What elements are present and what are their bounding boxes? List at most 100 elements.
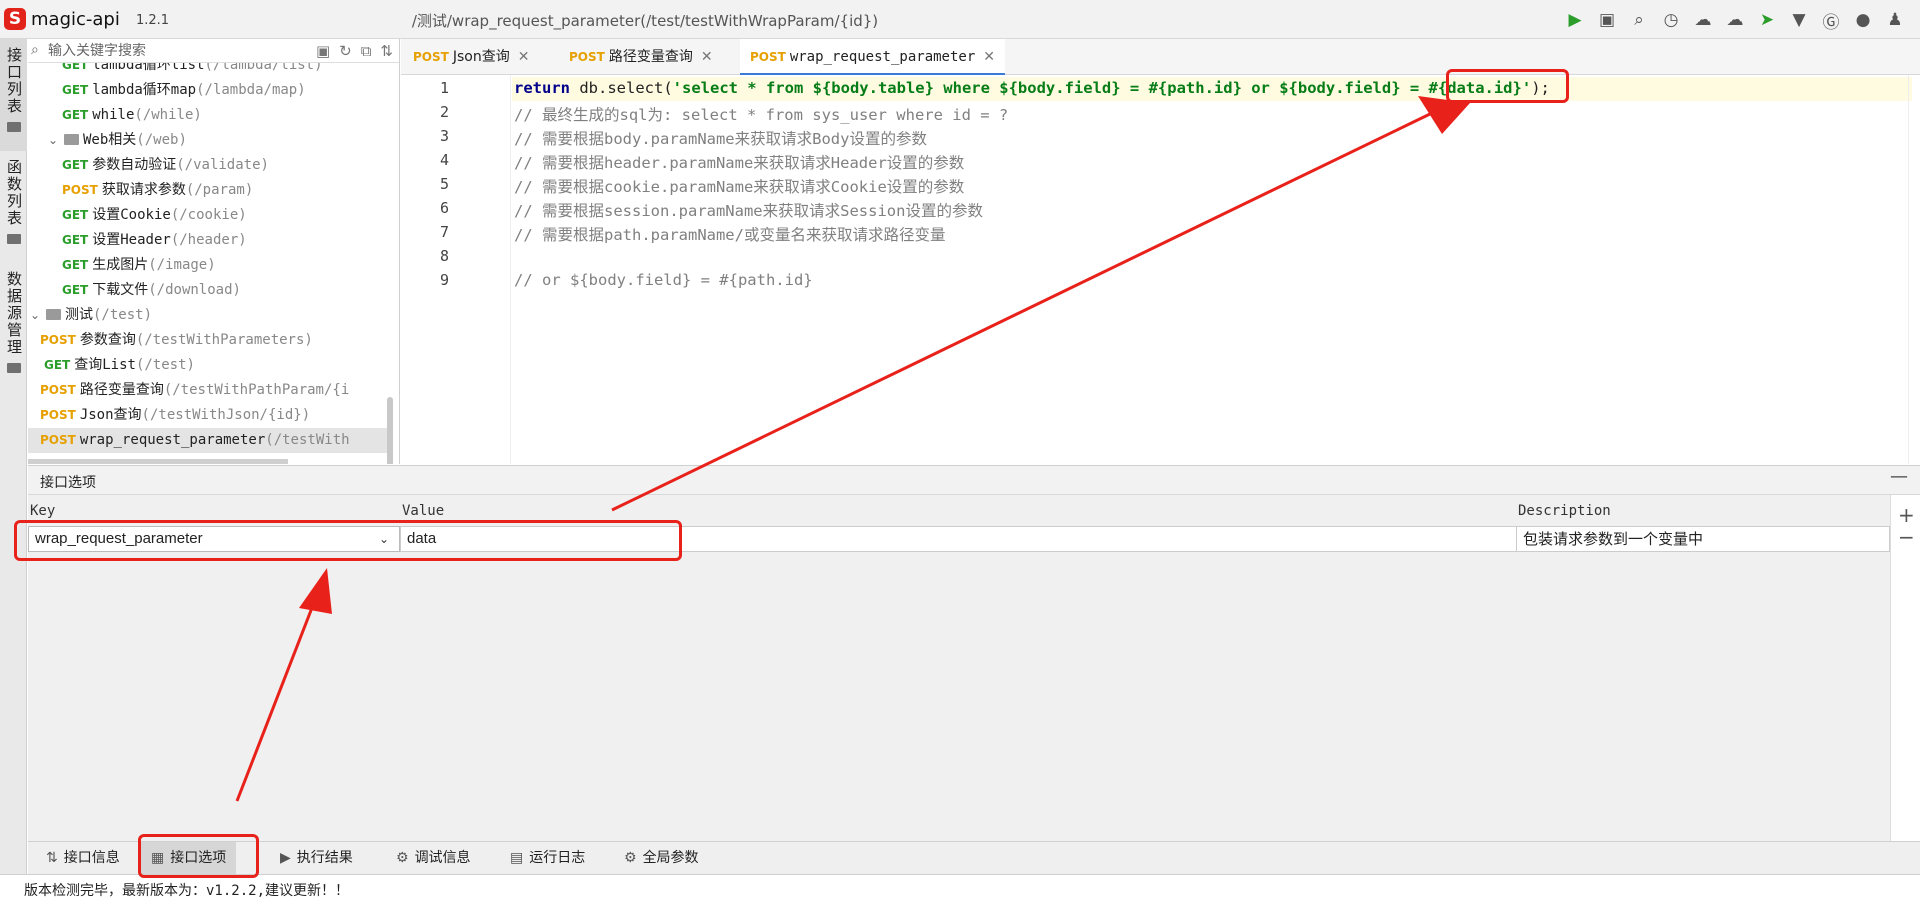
tree-scrollbar[interactable] [387,397,393,464]
tree-item[interactable]: GET 设置Header(/header) [28,228,393,253]
tab-function-list-label: 函数列表 [5,159,23,227]
item-path: (/testWithParameters) [135,332,313,348]
remove-row-icon[interactable]: − [1898,525,1915,549]
play-icon: ▶ [280,850,291,866]
method-badge: POST [750,50,786,64]
tree-item[interactable]: POST 参数查询(/testWithParameters) [28,328,393,353]
tree-item[interactable]: GET 下载文件(/download) [28,278,393,303]
tree-item[interactable]: GET 生成图片(/image) [28,253,393,278]
column-header-value: Value [402,503,445,519]
tree-item[interactable]: GET lambda循环list(/lambda/list) [28,63,393,78]
gitee-icon[interactable]: Ⓖ [1820,9,1842,33]
line-number: 7 [439,223,449,241]
tab-function-list[interactable]: 函数列表 [0,151,27,263]
search-input[interactable] [48,41,318,61]
github-icon[interactable]: ● [1852,9,1874,31]
search-bar: ⌕ ▣ ↻ ⧉ ⇅ [28,39,399,63]
item-path: (/param) [185,182,254,198]
tab-label: 运行日志 [529,850,586,866]
tree-horizontal-scrollbar[interactable] [28,459,288,464]
item-path: (/test) [135,357,195,373]
run-icon[interactable]: ▶ [1564,9,1586,31]
folder-name: Web相关 [83,132,137,148]
collapse-icon[interactable]: ⧉ [361,42,372,60]
item-name: Json查询 [79,407,142,423]
code-line-3: // 需要根据body.paramName来获取请求Body设置的参数 [514,130,927,148]
tree-item[interactable]: GET 设置Cookie(/cookie) [28,203,393,228]
tree-item[interactable]: GET 参数自动验证(/validate) [28,153,393,178]
info-icon: ⇅ [46,850,58,866]
download-icon[interactable]: ☁ [1724,9,1746,31]
current-path: /测试/wrap_request_parameter(/test/testWit… [411,12,879,30]
editor-tabs: POST Json查询 ✕ POST 路径变量查询 ✕ POST wrap_request… [401,39,1920,75]
tree-item[interactable]: GET 查询List(/test) [28,353,393,378]
close-icon[interactable]: ✕ [701,49,713,65]
code-line-1: return db.select('select * from ${body.t… [514,79,1550,97]
tab-debug-info[interactable]: ⚙ 调试信息 [390,842,477,874]
code-area[interactable]: return db.select('select * from ${body.t… [512,75,1920,464]
tree-item[interactable]: GET while(/while) [28,103,393,128]
tab-datasource-label: 数据源管理 [5,271,23,356]
upload-icon[interactable]: ☁ [1692,9,1714,31]
folder-icon [6,234,21,244]
tab-run-result[interactable]: ▶ 执行结果 [274,842,359,874]
item-path: (/lambda/list) [204,63,323,73]
tab-datasource[interactable]: 数据源管理 [0,263,27,393]
item-name: 设置Header [92,232,171,248]
tab-api-info[interactable]: ⇅ 接口信息 [40,842,126,874]
item-path: (/lambda/map) [196,82,306,98]
item-name: lambda循环list [92,63,205,73]
tab-path-query[interactable]: POST 路径变量查询 ✕ [569,39,713,75]
item-path: (/testWithPathParam/{i [163,382,350,398]
qq-icon[interactable]: ♟ [1884,9,1906,31]
keyword: return [514,79,570,97]
line-number: 1 [439,79,449,97]
tree-item[interactable]: POST 获取请求参数(/param) [28,178,393,203]
add-row-icon[interactable]: + [1898,503,1915,527]
code-line-5: // 需要根据cookie.paramName来获取请求Cookie设置的参数 [514,178,965,196]
close-icon[interactable]: ✕ [518,49,530,65]
tab-json-query[interactable]: POST Json查询 ✕ [413,39,529,75]
code-line-7: // 需要根据path.paramName/或变量名来获取请求路径变量 [514,226,946,244]
status-text: 版本检测完毕，最新版本为：v1.2.2,建议更新！！ [24,883,349,899]
save-icon[interactable]: ▣ [1596,9,1618,31]
item-name: wrap_request_parameter [79,432,266,448]
sort-icon[interactable]: ⇅ [380,42,393,60]
tab-api-list-label: 接口列表 [5,47,23,115]
method-badge: POST [40,383,76,397]
push-icon[interactable]: ➤ [1756,9,1778,31]
chevron-down-icon: ⌄ [30,308,41,322]
close-icon[interactable]: ✕ [983,49,995,65]
skin-icon[interactable]: ▼ [1788,9,1810,31]
tab-run-log[interactable]: ▤ 运行日志 [504,842,591,874]
tree-item[interactable]: GET lambda循环map(/lambda/map) [28,78,393,103]
code-line-9: // or ${body.field} = #{path.id} [514,271,813,289]
refresh-icon[interactable]: ↻ [339,42,352,60]
tree-item[interactable]: POST 路径变量查询(/testWithPathParam/{i [28,378,393,403]
tree-item-selected[interactable]: POST wrap_request_parameter(/testWith [28,428,393,453]
editor-scrollbar[interactable] [1908,75,1920,464]
tab-api-list[interactable]: 接口列表 [0,39,27,151]
folder-icon [6,363,21,373]
tab-wrap-request-parameter[interactable]: POST wrap_request_parameter ✕ [740,39,1005,75]
code-editor[interactable]: 1 2 3 4 5 6 7 8 9 return db.select('sele… [401,75,1920,464]
history-icon[interactable]: ◷ [1660,9,1682,31]
item-path: (/image) [148,257,216,273]
minimize-icon[interactable]: — [1890,466,1908,487]
item-path: (/cookie) [170,207,247,223]
api-tree: GET lambda循环list(/lambda/list) GET lambda循… [28,63,393,464]
search-icon[interactable]: ⌕ [1628,9,1650,31]
option-row-actions: + − [1890,495,1920,841]
tab-global-params[interactable]: ⚙ 全局参数 [618,842,705,874]
tab-label: 调试信息 [414,850,471,866]
tree-folder[interactable]: ⌄ 测试(/test) [28,303,393,328]
tab-label: 全局参数 [642,850,699,866]
new-folder-icon[interactable]: ▣ [316,42,330,60]
item-name: lambda循环map [92,82,197,98]
tree-folder[interactable]: ⌄ Web相关(/web) [28,128,393,153]
tree-item[interactable]: POST Json查询(/testWithJson/{id}) [28,403,393,428]
title-bar: S magic-api 1.2.1 /测试/wrap_request_param… [0,0,1920,39]
method-badge: POST [62,183,98,197]
item-path: (/header) [170,232,247,248]
item-name: 查询List [74,357,136,373]
